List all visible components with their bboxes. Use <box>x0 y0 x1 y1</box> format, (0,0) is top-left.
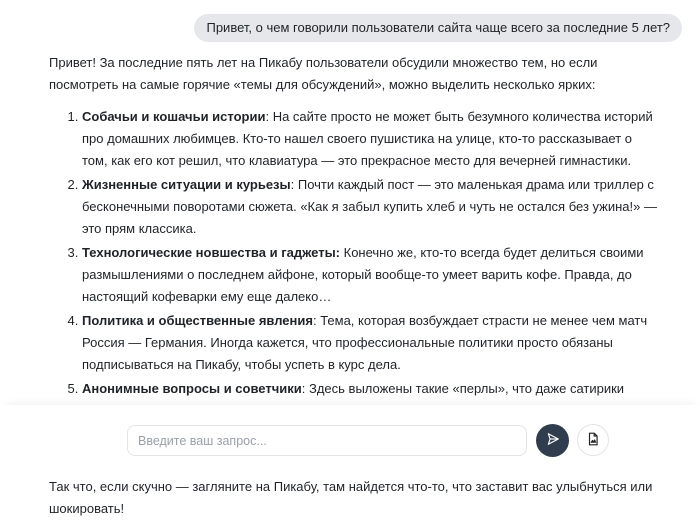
list-item: Политика и общественные явления: Тема, к… <box>82 310 659 376</box>
list-item: Технологические новшества и гаджеты: Кон… <box>82 242 659 308</box>
item-title: Собачьи и кошачьи истории <box>82 109 266 124</box>
answer-outro: Так что, если скучно — загляните на Пика… <box>49 479 653 516</box>
send-icon <box>546 432 560 449</box>
send-button[interactable] <box>536 424 569 457</box>
user-message-bubble: Привет, о чем говорили пользователи сайт… <box>194 14 682 42</box>
item-title: Анонимные вопросы и советчики <box>82 381 302 396</box>
file-image-icon <box>586 432 600 449</box>
list-item: Жизненные ситуации и курьезы: Почти кажд… <box>82 174 659 240</box>
item-title: Жизненные ситуации и курьезы <box>82 177 291 192</box>
composer-bar <box>0 405 700 464</box>
answer-intro: Привет! За последние пять лет на Пикабу … <box>49 55 598 92</box>
list-item: Собачьи и кошачьи истории: На сайте прос… <box>82 106 659 172</box>
item-title: Политика и общественные явления <box>82 313 313 328</box>
attach-file-button[interactable] <box>577 424 609 456</box>
item-title: Технологические новшества и гаджеты: <box>82 245 341 260</box>
prompt-input[interactable] <box>127 425 527 456</box>
